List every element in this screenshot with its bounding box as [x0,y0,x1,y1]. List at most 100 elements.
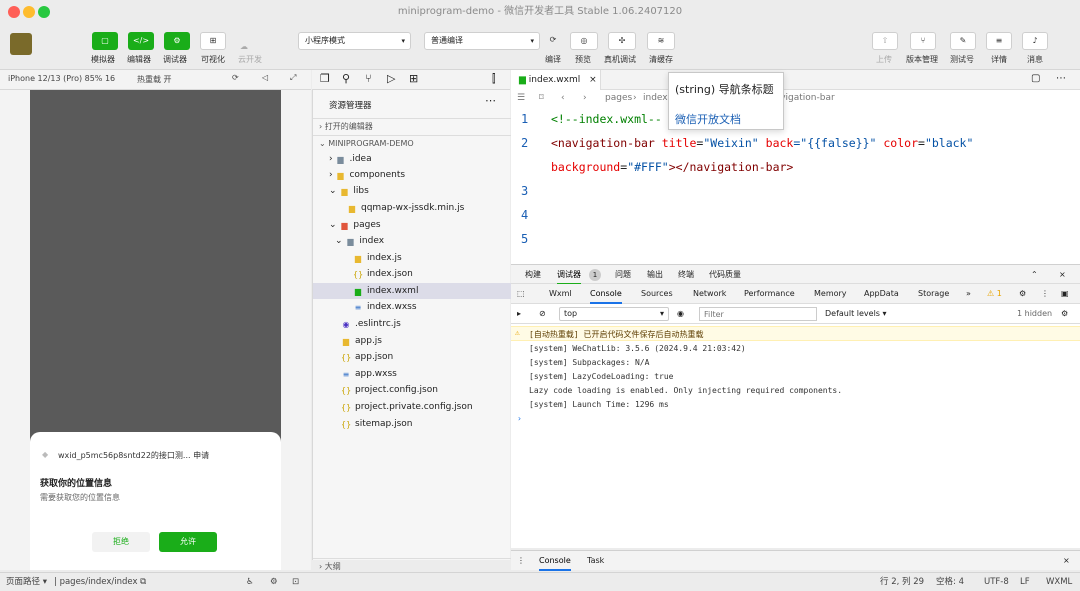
split-editor-icon[interactable]: ▢ [1031,73,1040,84]
chevron-up-icon[interactable]: ⌃ [1031,265,1038,285]
more-icon[interactable]: ⋯ [1056,73,1066,84]
collapse-icon[interactable]: ⫿ [492,72,496,86]
open-editors-section[interactable]: › 打开的编辑器 [313,118,511,134]
tab-problems[interactable]: 问题 [615,265,631,285]
volume-icon[interactable]: ◁ [262,73,268,82]
scan-icon[interactable]: ⊡ [292,572,299,591]
tab-sources[interactable]: Sources [641,284,673,304]
breadcrumb-index[interactable]: index [643,93,668,103]
tree-item-pages[interactable]: ⌄ ▆ pages [329,217,381,233]
tree-item-index-wxml[interactable]: ▆ index.wxml [353,283,419,299]
clearcache-button[interactable]: ≋ [647,32,675,50]
mode-select[interactable]: 小程序模式 ▾ [298,32,411,50]
bookmark-icon[interactable]: ⌑ [539,93,544,103]
tree-item-libs[interactable]: ⌄ ▆ libs [329,183,369,199]
close-icon[interactable]: × [1059,265,1066,285]
zoom-window-button[interactable] [38,6,50,18]
search-icon[interactable]: ⚲ [342,72,350,85]
tab-index-wxml[interactable]: ▆ index.wxml × [511,70,601,90]
project-section[interactable]: ⌄ MINIPROGRAM-DEMO [313,135,511,151]
tree-item-project-private-config[interactable]: {} project.private.config.json [341,399,473,415]
tab-performance[interactable]: Performance [744,284,795,304]
gear-icon[interactable]: ⚙ [1061,304,1068,324]
close-window-button[interactable] [8,6,20,18]
fullscreen-icon[interactable]: ⤢ [290,73,296,83]
device-select[interactable]: iPhone 12/13 (Pro) 85% 16 [8,74,115,83]
page-path[interactable]: | pages/index/index ⧉ [54,572,146,591]
cursor-position[interactable]: 行 2, 列 29 [880,572,924,591]
eye-icon[interactable]: ◉ [677,304,684,324]
tab-network[interactable]: Network [693,284,726,304]
tree-item-app-wxss[interactable]: ≡ app.wxss [341,366,397,382]
settings-icon[interactable]: ⚙ [270,572,278,591]
drawer-tab-task[interactable]: Task [587,551,604,571]
close-icon[interactable]: × [1063,551,1070,571]
tab-build[interactable]: 构建 [525,265,541,285]
code-editor[interactable]: 1 2 3 4 5 <!--index.wxml-- <navigation-b… [511,108,1080,264]
tree-item-eslintrc[interactable]: ◉ .eslintrc.js [341,316,401,332]
clear-console-icon[interactable]: ⊘ [539,304,546,324]
tree-item-app-js[interactable]: ▆ app.js [341,333,382,349]
tree-item-index-wxss[interactable]: ≡ index.wxss [353,299,417,315]
language-mode[interactable]: WXML [1046,572,1072,591]
tab-memory[interactable]: Memory [814,284,847,304]
warning-count[interactable]: ⚠ 1 [987,284,1002,304]
inspect-icon[interactable]: ⬚ [517,284,525,304]
console-prompt[interactable]: › [517,414,522,423]
upload-button[interactable]: ⇧ [872,32,898,50]
tab-terminal[interactable]: 终端 [678,265,694,285]
avatar[interactable] [10,33,32,55]
more-tabs-icon[interactable]: » [966,284,971,304]
preview-button[interactable]: ◎ [570,32,598,50]
tab-console[interactable]: Console [590,284,622,304]
more-icon[interactable]: ⋮ [1041,284,1049,304]
tree-item-index-json[interactable]: {} index.json [353,266,413,282]
drawer-tab-console[interactable]: Console [539,551,571,571]
tab-debugger[interactable]: 调试器 [557,265,581,285]
tab-output[interactable]: 输出 [647,265,663,285]
tree-item-project-config[interactable]: {} project.config.json [341,382,438,398]
console-filter-input[interactable] [699,307,817,321]
sidebar-toggle-icon[interactable]: ▸ [517,304,521,324]
simulator-button[interactable]: ▢ [92,32,118,50]
tab-storage[interactable]: Storage [918,284,949,304]
log-levels-select[interactable]: Default levels ▾ [825,304,887,324]
tab-wxml[interactable]: Wxml [549,284,572,304]
editor-button[interactable]: </> [128,32,154,50]
realdebug-button[interactable]: ✣ [608,32,636,50]
tree-item-index-folder[interactable]: ⌄ ▆ index [335,233,384,249]
allow-button[interactable]: 允许 [159,532,217,552]
tree-item-idea[interactable]: › ▆ .idea [329,151,372,167]
tab-appdata[interactable]: AppData [864,284,899,304]
tree-item-app-json[interactable]: {} app.json [341,349,393,365]
compile-select[interactable]: 普通编译 ▾ [424,32,540,50]
forward-icon[interactable]: › [583,93,587,103]
accessibility-icon[interactable]: ♿ [246,572,254,591]
close-icon[interactable]: × [589,75,597,85]
extensions-icon[interactable]: ⊞ [409,72,418,85]
gear-icon[interactable]: ⚙ [1019,284,1026,304]
more-icon[interactable]: ⋯ [485,94,496,107]
hotreload-toggle[interactable]: 热重载 开 [137,74,172,85]
encoding[interactable]: UTF-8 [984,572,1009,591]
tree-item-qqmap[interactable]: ▆ qqmap-wx-jssdk.min.js [347,200,464,216]
debugger-button[interactable]: ⚙ [164,32,190,50]
files-icon[interactable]: ❐ [320,72,330,85]
testnum-button[interactable]: ✎ [950,32,976,50]
minimize-window-button[interactable] [23,6,35,18]
debug-icon[interactable]: ▷ [387,72,395,85]
back-icon[interactable]: ‹ [561,93,565,103]
indentation[interactable]: 空格: 4 [936,572,964,591]
details-button[interactable]: ≡ [986,32,1012,50]
version-button[interactable]: ⑂ [910,32,936,50]
visual-button[interactable]: ⊞ [200,32,226,50]
messages-button[interactable]: ♪ [1022,32,1048,50]
page-path-select[interactable]: 页面路径 ▾ [6,572,47,591]
context-select[interactable]: top ▾ [559,307,669,321]
toggle-sidebar-icon[interactable]: ☰ [517,93,525,103]
source-control-icon[interactable]: ⑂ [365,72,372,85]
tab-code-quality[interactable]: 代码质量 [709,265,741,285]
tooltip-doc-link[interactable]: 微信开放文档 [675,111,741,127]
refresh-icon[interactable]: ⟳ [232,73,239,82]
reject-button[interactable]: 拒绝 [92,532,150,552]
